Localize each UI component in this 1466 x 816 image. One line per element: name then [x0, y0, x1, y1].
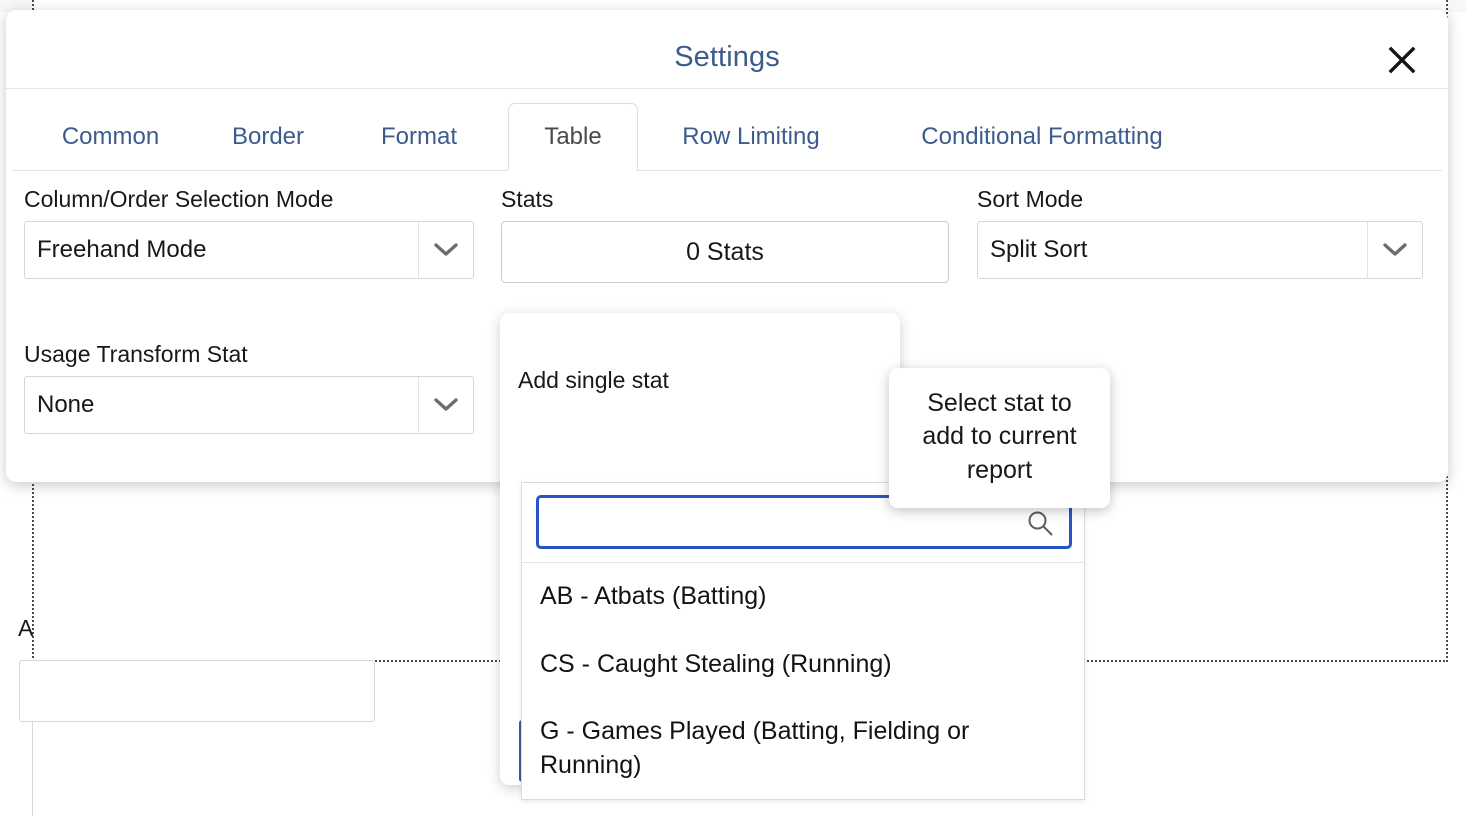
select-stat-tooltip: Select stat to add to current report — [889, 368, 1110, 508]
secondary-stat-select[interactable] — [19, 660, 375, 722]
field-column-order-selection-mode: Column/Order Selection Mode Freehand Mod… — [24, 186, 474, 279]
sort-mode-value: Split Sort — [978, 222, 1367, 278]
tab-conditional-formatting[interactable]: Conditional Formatting — [892, 103, 1192, 171]
field-usage-transform-stat: Usage Transform Stat None — [24, 341, 474, 434]
list-item[interactable]: CS - Caught Stealing (Running) — [522, 631, 1084, 699]
modal-header: Settings — [6, 10, 1448, 89]
tab-common[interactable]: Common — [42, 103, 179, 171]
chevron-down-icon — [418, 377, 473, 433]
page-title: Settings — [6, 41, 1448, 74]
column-order-selection-mode-label: Column/Order Selection Mode — [24, 186, 474, 213]
chevron-down-icon — [1367, 222, 1422, 278]
usage-transform-stat-value: None — [25, 377, 418, 433]
add-single-stat-label: Add single stat — [518, 367, 669, 394]
sort-mode-label: Sort Mode — [977, 186, 1423, 213]
tab-format[interactable]: Format — [358, 103, 480, 171]
stats-count-button[interactable]: 0 Stats — [501, 221, 949, 283]
stats-label: Stats — [501, 186, 949, 213]
list-item[interactable]: G - Games Played (Batting, Fielding or R… — [522, 698, 1084, 799]
tab-table[interactable]: Table — [508, 103, 638, 171]
sort-mode-select[interactable]: Split Sort — [977, 221, 1423, 279]
list-item[interactable]: AB - Atbats (Batting) — [522, 563, 1084, 631]
field-stats: Stats 0 Stats — [501, 186, 949, 283]
usage-transform-stat-label: Usage Transform Stat — [24, 341, 474, 368]
settings-tabs: Common Border Format Table Row Limiting … — [6, 89, 1448, 171]
usage-transform-stat-select[interactable]: None — [24, 376, 474, 434]
chevron-down-icon — [418, 222, 473, 278]
column-order-selection-mode-value: Freehand Mode — [25, 222, 418, 278]
field-sort-mode: Sort Mode Split Sort — [977, 186, 1423, 279]
tab-border[interactable]: Border — [208, 103, 328, 171]
secondary-stat-label: A — [18, 615, 33, 642]
screen-root: Settings Common Border Format Table Row … — [0, 0, 1466, 816]
tab-row-limiting[interactable]: Row Limiting — [666, 103, 836, 171]
column-order-selection-mode-select[interactable]: Freehand Mode — [24, 221, 474, 279]
stat-options-dropdown: AB - Atbats (Batting) CS - Caught Steali… — [521, 482, 1085, 800]
close-icon[interactable] — [1380, 38, 1424, 82]
